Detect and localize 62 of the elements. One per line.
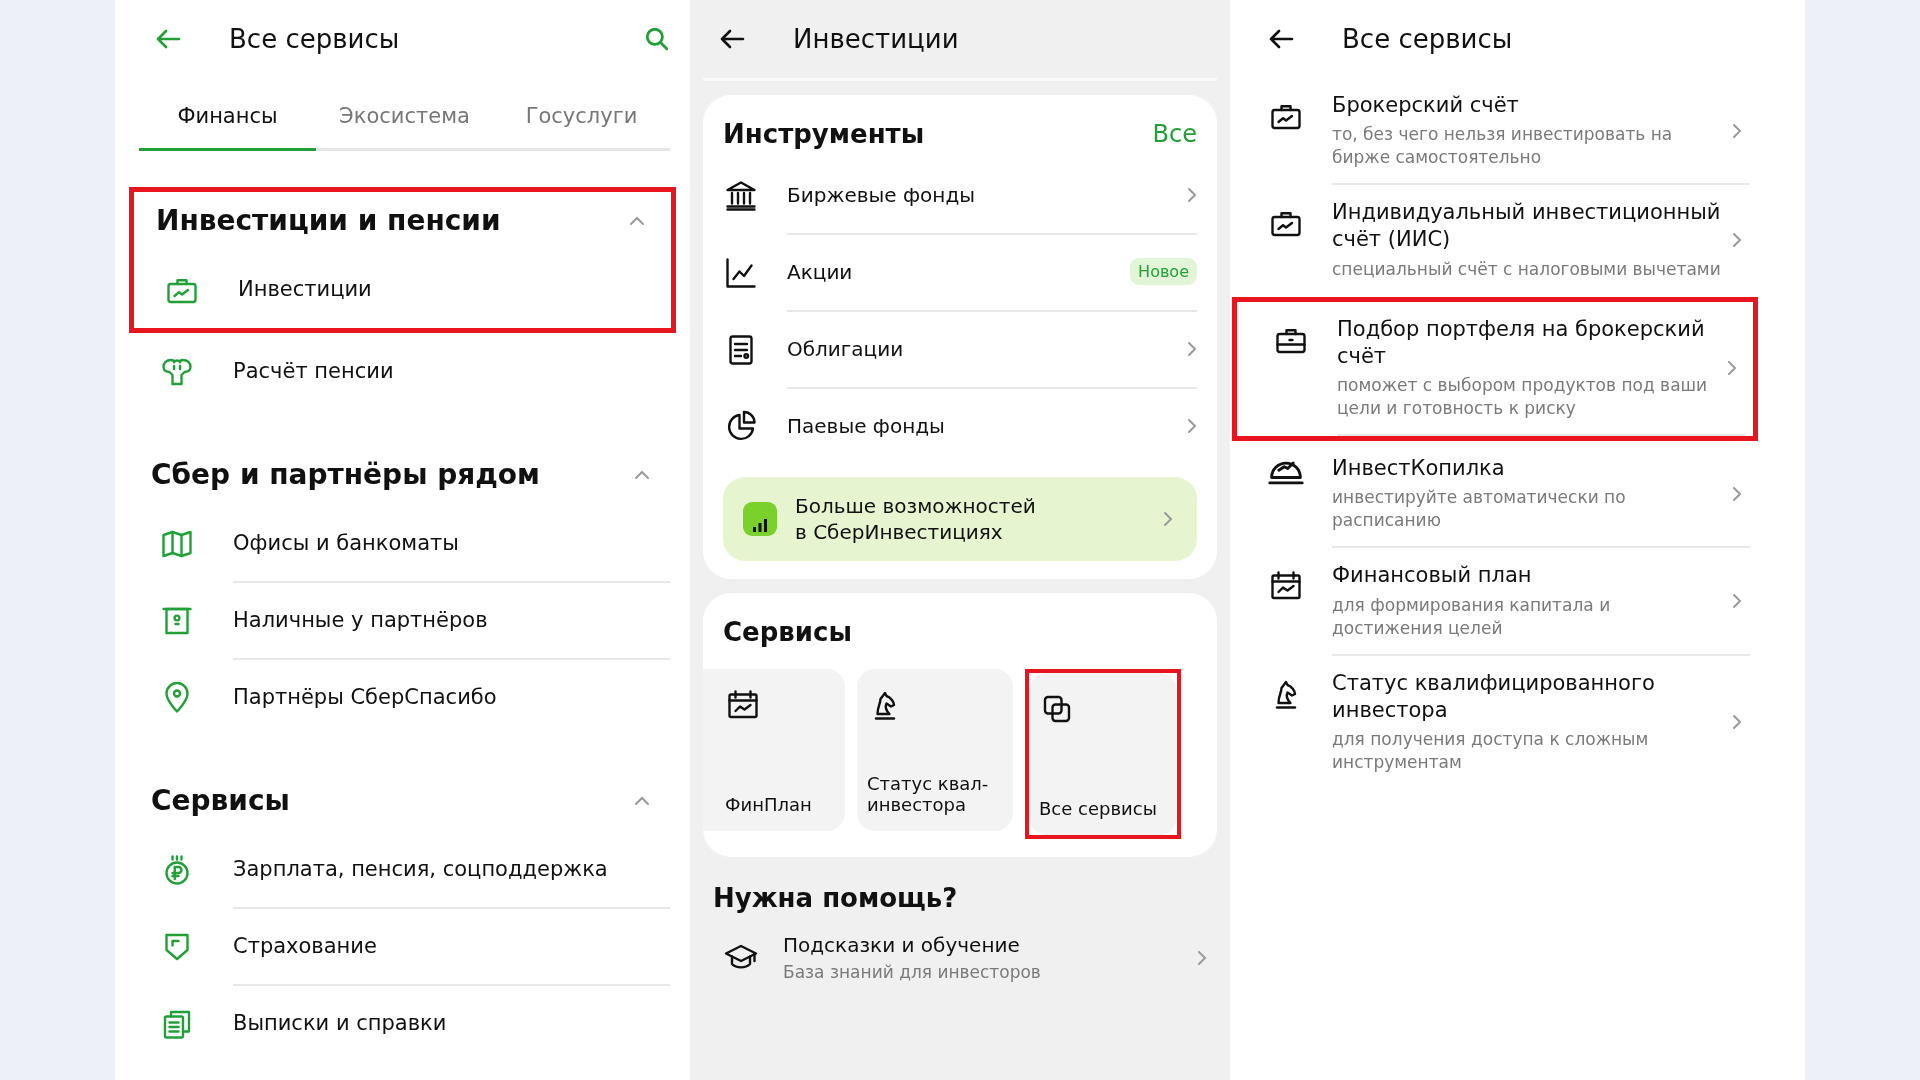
tab[interactable]: Госуслуги xyxy=(493,82,670,151)
card-heading: Инструменты xyxy=(723,119,925,149)
menu-item[interactable]: Офисы и банкоматы xyxy=(233,504,670,583)
service-tile[interactable]: Статус квал-инвестора xyxy=(857,669,1013,831)
help-item-title[interactable]: Подсказки и обучение xyxy=(783,933,1173,957)
service-title[interactable]: Индивидуальный инвестиционный счёт (ИИС) xyxy=(1332,199,1722,254)
chevron-right-icon xyxy=(1727,359,1737,376)
search-icon[interactable] xyxy=(644,26,670,52)
menu-item[interactable]: Расчёт пенсии xyxy=(233,332,670,411)
back-arrow-icon[interactable] xyxy=(719,28,745,50)
service-tile[interactable]: ФинПлан xyxy=(703,669,845,831)
instrument-label[interactable]: Акции xyxy=(787,259,853,284)
chevron-right-icon xyxy=(1187,186,1197,203)
card-heading: Сервисы xyxy=(723,617,852,647)
new-badge: Новое xyxy=(1130,258,1197,285)
promo-banner[interactable]: Больше возможностей в СберИнвестициях xyxy=(723,477,1197,561)
chevron-right-icon xyxy=(1732,485,1742,502)
chevron-up-icon[interactable] xyxy=(634,469,650,480)
service-subtitle: то, без чего нельзя инвестировать на бирже самостоятельно xyxy=(1332,123,1674,170)
chevron-right-icon xyxy=(1732,592,1742,609)
service-title[interactable]: Финансовый план xyxy=(1332,562,1722,590)
service-subtitle: для формирования капитала и достижения целей xyxy=(1332,593,1612,640)
section-heading: Сбер и партнёры рядом xyxy=(151,458,540,491)
menu-item[interactable]: Зарплата, пенсия, соцподдержка xyxy=(233,830,670,909)
chevron-right-icon xyxy=(1732,231,1742,248)
chevron-right-icon xyxy=(1732,713,1742,730)
chevron-right-icon xyxy=(1732,122,1742,139)
section-heading: Инвестиции и пенсии xyxy=(156,204,501,237)
app-logo-icon xyxy=(743,502,777,536)
promo-text: Больше возможностей в СберИнвестициях xyxy=(795,493,1037,545)
back-arrow-icon[interactable] xyxy=(1268,28,1294,50)
service-title[interactable]: ИнвестКопилка xyxy=(1332,455,1722,483)
service-tile[interactable]: Все сервисы xyxy=(1029,673,1177,835)
service-subtitle: поможет с выбором продуктов под ваши цели и готовность к риску xyxy=(1337,374,1709,421)
chevron-right-icon xyxy=(1187,417,1197,434)
service-title[interactable]: Подбор портфеля на брокерский счёт xyxy=(1337,315,1717,371)
screen-title: Все сервисы xyxy=(229,24,401,54)
tab[interactable]: Финансы xyxy=(139,82,316,151)
screen-title: Все сервисы xyxy=(1342,24,1514,54)
tab[interactable]: Экосистема xyxy=(316,82,493,151)
menu-item[interactable]: Инвестиции xyxy=(238,250,665,329)
help-item-subtitle: База знаний для инвесторов xyxy=(783,961,1042,984)
service-subtitle: специальный счёт с налоговыми вычетами xyxy=(1332,257,1722,281)
screen-title: Инвестиции xyxy=(793,24,960,54)
chevron-up-icon[interactable] xyxy=(629,215,645,226)
service-title[interactable]: Статус квалифицированного инвестора xyxy=(1332,669,1722,725)
instrument-label[interactable]: Биржевые фонды xyxy=(787,182,975,207)
menu-item[interactable]: Партнёры СберСпасибо xyxy=(233,658,670,737)
service-title[interactable]: Брокерский счёт xyxy=(1332,92,1722,120)
service-subtitle: для получения доступа к сложным инструментам xyxy=(1332,728,1650,774)
instrument-label[interactable]: Паевые фонды xyxy=(787,413,945,438)
section-heading: Нужна помощь? xyxy=(713,883,958,913)
menu-item[interactable]: Страхование xyxy=(233,907,670,986)
chevron-right-icon xyxy=(1187,340,1197,357)
service-subtitle: инвестируйте автоматически по расписанию xyxy=(1332,486,1627,533)
chevron-up-icon[interactable] xyxy=(634,795,650,806)
section-heading: Сервисы xyxy=(151,784,290,817)
chevron-right-icon xyxy=(1163,511,1173,527)
menu-item[interactable]: Выписки и справки xyxy=(233,984,670,1063)
chevron-right-icon xyxy=(1197,950,1207,967)
menu-item[interactable]: Наличные у партнёров xyxy=(233,581,670,660)
instrument-label[interactable]: Облигации xyxy=(787,336,904,361)
